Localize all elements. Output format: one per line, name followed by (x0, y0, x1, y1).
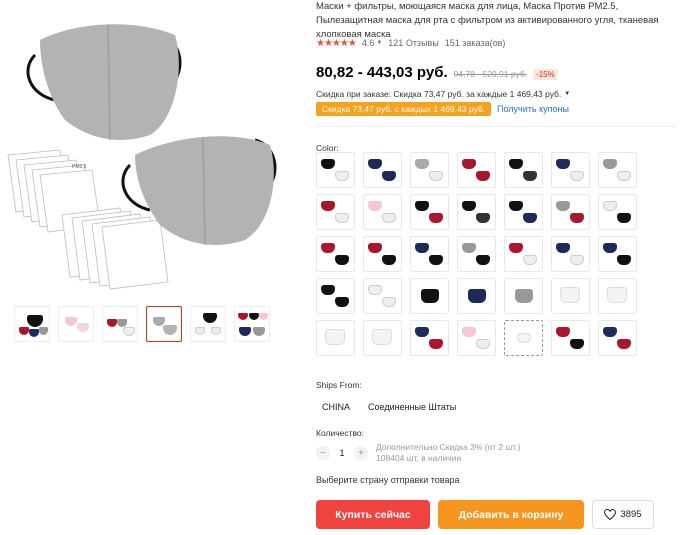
thumbnail-6[interactable] (234, 306, 270, 342)
thumbnail-1[interactable] (14, 306, 50, 342)
color-swatch-16[interactable] (363, 236, 402, 272)
color-swatch-15[interactable] (316, 236, 355, 272)
color-swatch-4[interactable] (457, 152, 496, 188)
orders-count: 151 заказа(ов) (444, 38, 506, 48)
color-swatch-5[interactable] (504, 152, 543, 188)
add-to-cart-button[interactable]: Добавить в корзину (438, 500, 584, 529)
color-swatch-2[interactable] (363, 152, 402, 188)
color-swatch-11[interactable] (457, 194, 496, 230)
color-swatch-20[interactable] (551, 236, 590, 272)
quantity-label: Количество: (316, 428, 365, 438)
extra-discount-text: Дополнительно Скидка 3% (от 2 шт.) (376, 442, 521, 452)
wishlist-count: 3895 (620, 509, 642, 520)
color-swatch-7[interactable] (598, 152, 637, 188)
color-swatch-3[interactable] (410, 152, 449, 188)
color-swatch-6[interactable] (551, 152, 590, 188)
product-main-image[interactable]: PM2.5 (0, 0, 300, 300)
original-price: 94,78 - 520,91 руб. (453, 69, 528, 79)
discount-badge: -15% (533, 69, 558, 80)
svg-text:PM2.5: PM2.5 (72, 164, 87, 170)
color-swatch-31[interactable] (410, 320, 449, 356)
ship-option-china[interactable]: CHINA (316, 398, 356, 416)
ships-from-options: CHINA Соединенные Штаты (316, 398, 462, 416)
color-swatch-14[interactable] (598, 194, 637, 230)
thumbnail-strip (14, 306, 270, 342)
color-swatch-26[interactable] (504, 278, 543, 314)
quantity-stepper: − 1 + Дополнительно Скидка 3% (от 2 шт.)… (316, 442, 520, 464)
color-swatch-17[interactable] (410, 236, 449, 272)
minus-button[interactable]: − (316, 446, 330, 460)
ships-from-label: Ships From: (316, 380, 362, 390)
quantity-info: Дополнительно Скидка 3% (от 2 шт.) 10840… (376, 442, 520, 464)
color-swatch-18[interactable] (457, 236, 496, 272)
get-coupons-link[interactable]: Получить купоны (497, 104, 569, 114)
color-swatch-8[interactable] (316, 194, 355, 230)
coupon-badge: Скидка 73,47 руб. с каждых 1 469,43 руб. (316, 102, 492, 116)
quantity-value[interactable]: 1 (330, 448, 354, 458)
divider (316, 126, 676, 127)
price-row: 80,82 - 443,03 руб. 94,78 - 520,91 руб. … (316, 64, 676, 81)
color-swatch-32[interactable] (457, 320, 496, 356)
chevron-down-icon[interactable]: ▼ (376, 40, 382, 46)
color-swatch-13[interactable] (551, 194, 590, 230)
ship-option-usa[interactable]: Соединенные Штаты (362, 398, 462, 416)
buy-now-button[interactable]: Купить сейчас (316, 500, 430, 529)
ship-country-prompt: Выберите страну отправки товара (316, 475, 460, 485)
wishlist-button[interactable]: 3895 (592, 500, 654, 529)
color-swatch-28[interactable] (598, 278, 637, 314)
color-swatch-25[interactable] (457, 278, 496, 314)
color-swatch-23[interactable] (363, 278, 402, 314)
product-info: Маски + фильтры, моющаяся маска для лица… (316, 0, 676, 529)
color-swatch-33[interactable] (504, 320, 543, 356)
rating-value: 4.6 (361, 38, 375, 48)
color-swatch-21[interactable] (598, 236, 637, 272)
mask-image-top (26, 24, 182, 141)
thumbnail-5[interactable] (190, 306, 226, 342)
thumbnail-3[interactable] (102, 306, 138, 342)
thumbnail-2[interactable] (58, 306, 94, 342)
color-swatch-35[interactable] (598, 320, 637, 356)
color-swatch-29[interactable] (316, 320, 355, 356)
order-discount-text: Скидка при заказе: Скидка 73,47 руб. за … (316, 89, 562, 99)
color-swatch-27[interactable] (551, 278, 590, 314)
color-swatch-22[interactable] (316, 278, 355, 314)
color-swatch-24[interactable] (410, 278, 449, 314)
stock-text: 108404 шт. в наличии (376, 453, 462, 463)
thumbnail-4[interactable] (146, 306, 182, 342)
color-swatch-1[interactable] (316, 152, 355, 188)
rating-stars: ★★★★★ (316, 37, 357, 49)
color-swatches (316, 152, 637, 356)
color-swatch-10[interactable] (410, 194, 449, 230)
order-discount[interactable]: Скидка при заказе: Скидка 73,47 руб. за … (316, 89, 676, 99)
action-buttons: Купить сейчас Добавить в корзину 3895 (316, 500, 654, 529)
heart-icon (604, 509, 617, 520)
coupon-row: Скидка 73,47 руб. с каждых 1 469,43 руб.… (316, 102, 676, 116)
color-swatch-9[interactable] (363, 194, 402, 230)
chevron-down-icon[interactable]: ▼ (564, 91, 570, 97)
color-swatch-12[interactable] (504, 194, 543, 230)
plus-button[interactable]: + (354, 446, 368, 460)
current-price: 80,82 - 443,03 руб. (316, 64, 448, 81)
reviews-count[interactable]: 121 Отзывы (388, 38, 438, 48)
color-swatch-30[interactable] (363, 320, 402, 356)
rating-row: ★★★★★ 4.6 ▼ 121 Отзывы 151 заказа(ов) (316, 36, 676, 50)
filter-stack-right (61, 207, 169, 290)
color-swatch-34[interactable] (551, 320, 590, 356)
color-swatch-19[interactable] (504, 236, 543, 272)
